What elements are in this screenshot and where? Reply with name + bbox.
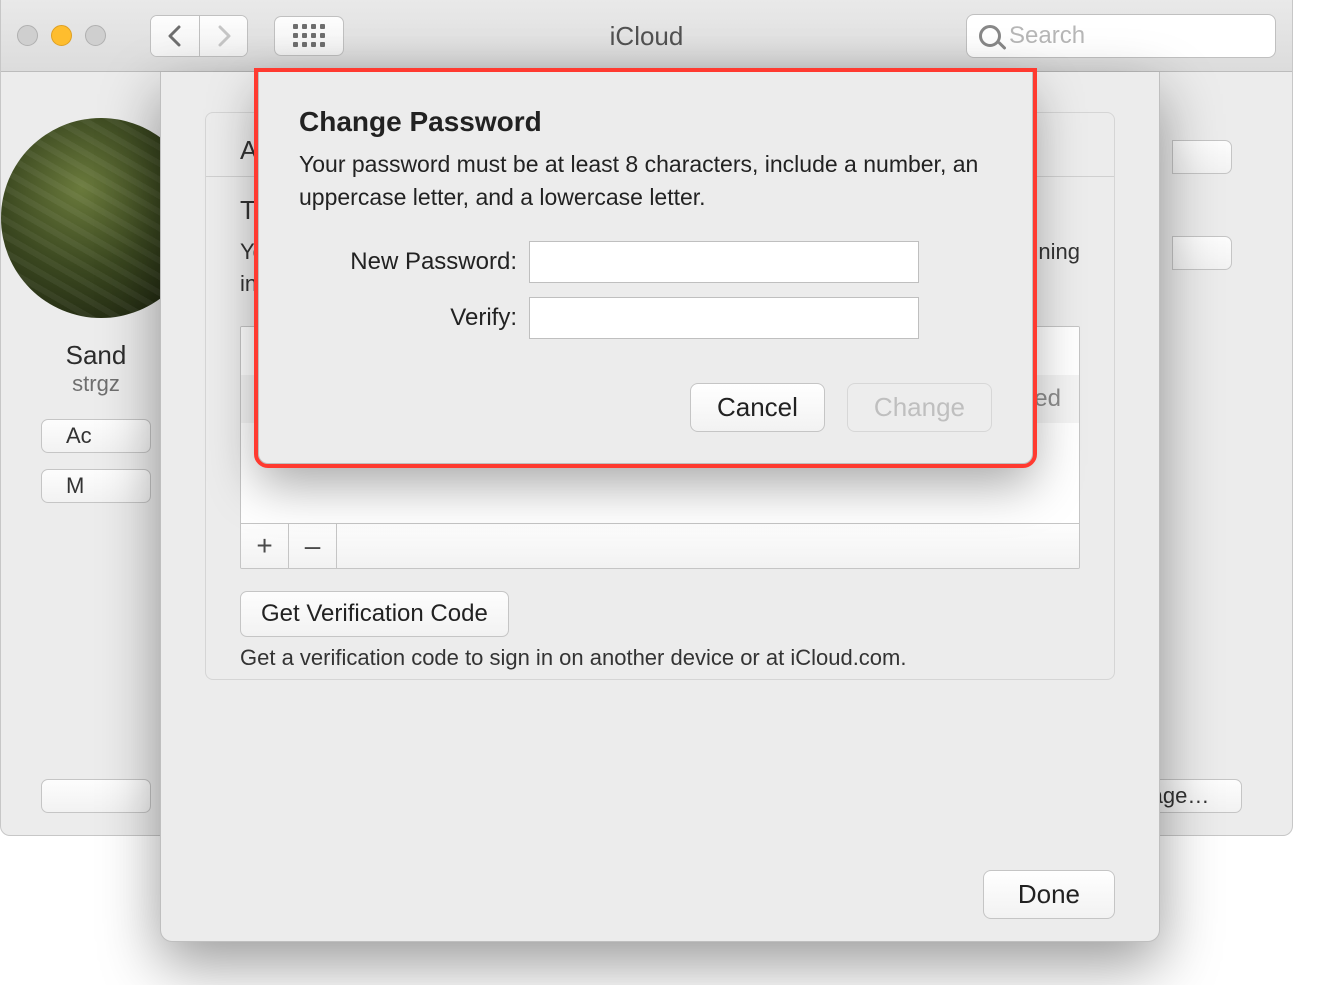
done-button[interactable]: Done <box>983 870 1115 919</box>
back-button[interactable] <box>151 16 199 56</box>
get-verification-code-button[interactable]: Get Verification Code <box>240 591 509 637</box>
stub-button-2[interactable] <box>1172 236 1232 270</box>
change-password-sheet: Change Password Your password must be at… <box>258 72 1033 464</box>
remove-phone-button[interactable]: – <box>289 524 337 568</box>
change-button[interactable]: Change <box>847 383 992 432</box>
verify-password-label: Verify: <box>299 304 529 332</box>
change-password-description: Your password must be at least 8 charact… <box>299 148 992 215</box>
verify-password-input[interactable] <box>529 297 919 339</box>
new-password-input[interactable] <box>529 241 919 283</box>
forward-button[interactable] <box>199 16 247 56</box>
account-email: strgz <box>41 371 151 397</box>
new-password-label: New Password: <box>299 248 529 276</box>
footer-spacer <box>337 524 1079 568</box>
window-titlebar: iCloud Search <box>1 0 1292 72</box>
search-icon <box>979 25 1001 47</box>
grid-icon <box>293 24 325 47</box>
verify-password-row: Verify: <box>299 297 992 339</box>
search-field[interactable]: Search <box>966 14 1276 58</box>
zoom-button[interactable] <box>85 25 106 46</box>
traffic-lights <box>17 25 106 46</box>
close-button[interactable] <box>17 25 38 46</box>
add-phone-button[interactable]: + <box>241 524 289 568</box>
search-placeholder: Search <box>1009 22 1085 50</box>
change-password-title: Change Password <box>299 106 992 138</box>
account-details-button[interactable]: Ac <box>41 419 151 453</box>
manage-button[interactable]: M <box>41 469 151 503</box>
account-sidebar: Sand strgz Ac M <box>41 118 151 503</box>
get-code-description: Get a verification code to sign in on an… <box>240 645 1080 671</box>
cancel-button[interactable]: Cancel <box>690 383 825 432</box>
twofa-desc-right: ning <box>1038 236 1080 268</box>
new-password-row: New Password: <box>299 241 992 283</box>
password-buttons: Cancel Change <box>299 383 992 432</box>
stub-button-1[interactable] <box>1172 140 1232 174</box>
nav-back-forward <box>150 15 248 57</box>
account-name: Sand <box>41 340 151 371</box>
minimize-button[interactable] <box>51 25 72 46</box>
sign-out-button[interactable] <box>41 779 151 813</box>
right-edge-buttons <box>1172 140 1232 332</box>
trusted-footer: + – <box>241 523 1079 568</box>
show-all-prefs-button[interactable] <box>274 16 344 56</box>
